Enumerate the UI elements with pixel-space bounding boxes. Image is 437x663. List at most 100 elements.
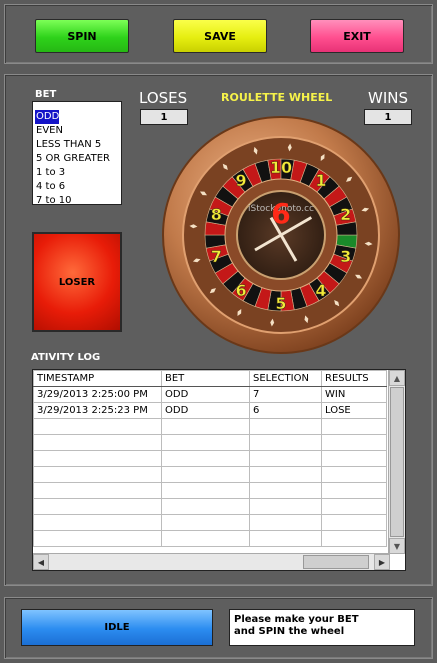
empty-cell: [321, 498, 387, 515]
wheel-number: 7: [211, 247, 222, 266]
wheel-number: 8: [211, 205, 222, 224]
empty-cell: [321, 466, 387, 483]
status-message-line: and SPIN the wheel: [234, 626, 345, 637]
cell-timestamp: 3/29/2013 2:25:00 PM: [33, 386, 162, 403]
exit-button[interactable]: EXIT: [310, 19, 404, 53]
wins-label: WINS: [368, 89, 408, 107]
empty-cell: [161, 530, 250, 547]
empty-cell: [33, 418, 162, 435]
cell-selection: 6: [249, 402, 322, 419]
wheel-number: 5: [275, 294, 286, 313]
empty-cell: [33, 466, 162, 483]
empty-cell: [249, 530, 322, 547]
wheel-number: 4: [315, 281, 326, 300]
empty-cell: [321, 434, 387, 451]
bet-option[interactable]: ODD: [33, 104, 119, 125]
state-label: IDLE: [104, 622, 130, 633]
empty-cell: [249, 482, 322, 499]
main-panel: BET ODD EVEN LESS THAN 5 5 OR GREATER 1 …: [4, 74, 433, 586]
empty-cell: [249, 498, 322, 515]
save-button[interactable]: SAVE: [173, 19, 267, 53]
empty-cell: [321, 418, 387, 435]
table-row[interactable]: 3/29/2013 2:25:00 PM ODD 7 WIN: [33, 386, 387, 403]
empty-cell: [33, 482, 162, 499]
horizontal-scroll-thumb[interactable]: [303, 555, 369, 569]
table-row-empty: [33, 530, 387, 547]
cell-bet: ODD: [161, 402, 250, 419]
horizontal-scrollbar[interactable]: ◀ ▶: [33, 553, 390, 570]
cell-results: WIN: [321, 386, 387, 403]
triangle-left-icon[interactable]: ◀: [33, 554, 49, 570]
empty-cell: [249, 466, 322, 483]
table-row-empty: [33, 514, 387, 531]
cell-selection: 7: [249, 386, 322, 403]
table-row-empty: [33, 498, 387, 515]
activity-log-label: ATIVITY LOG: [31, 352, 101, 363]
table-row-empty: [33, 418, 387, 435]
empty-cell: [249, 514, 322, 531]
triangle-down-icon[interactable]: ▼: [389, 538, 405, 554]
triangle-up-icon[interactable]: ▲: [389, 370, 405, 386]
bet-listbox[interactable]: ODD EVEN LESS THAN 5 5 OR GREATER 1 to 3…: [32, 101, 122, 208]
empty-cell: [33, 450, 162, 467]
status-message: Please make your BET and SPIN the wheel: [229, 609, 415, 646]
wheel-number: 6: [235, 281, 246, 300]
cell-timestamp: 3/29/2013 2:25:23 PM: [33, 402, 162, 419]
table-row[interactable]: 3/29/2013 2:25:23 PM ODD 6 LOSE: [33, 402, 387, 419]
empty-cell: [161, 434, 250, 451]
empty-cell: [161, 514, 250, 531]
bet-option[interactable]: 7 to 10: [35, 194, 119, 208]
bet-label: BET: [35, 89, 57, 100]
table-row-empty: [33, 482, 387, 499]
bet-option[interactable]: 4 to 6: [35, 180, 119, 194]
empty-cell: [33, 514, 162, 531]
empty-cell: [249, 450, 322, 467]
status-message-line: Please make your BET: [234, 614, 359, 625]
result-indicator-label: LOSER: [58, 276, 96, 288]
cell-results: LOSE: [321, 402, 387, 419]
empty-cell: [161, 482, 250, 499]
empty-cell: [161, 498, 250, 515]
bet-option[interactable]: EVEN: [35, 124, 119, 138]
triangle-right-icon[interactable]: ▶: [374, 554, 390, 570]
empty-cell: [321, 530, 387, 547]
result-indicator: LOSER: [32, 232, 122, 332]
column-header-results[interactable]: RESULTS: [321, 370, 387, 387]
empty-cell: [161, 450, 250, 467]
bet-option-label[interactable]: ODD: [33, 109, 61, 125]
empty-cell: [321, 482, 387, 499]
empty-cell: [33, 434, 162, 451]
empty-cell: [161, 466, 250, 483]
bet-option[interactable]: LESS THAN 5: [35, 138, 119, 152]
column-header-bet[interactable]: BET: [161, 370, 250, 387]
cell-bet: ODD: [161, 386, 250, 403]
wheel-number: 2: [340, 205, 351, 224]
empty-cell: [161, 418, 250, 435]
bet-option[interactable]: 1 to 3: [35, 166, 119, 180]
empty-cell: [33, 530, 162, 547]
wheel-number: 9: [235, 171, 246, 190]
bet-option[interactable]: 5 OR GREATER: [35, 152, 119, 166]
roulette-wheel: 10123456789 iStockphoto.cc 6: [162, 116, 400, 354]
wheel-result: 6: [271, 197, 290, 230]
empty-cell: [33, 498, 162, 515]
table-row-empty: [33, 466, 387, 483]
spin-button[interactable]: SPIN: [35, 19, 129, 53]
table-row-empty: [33, 450, 387, 467]
activity-log-table[interactable]: TIMESTAMP BET SELECTION RESULTS 3/29/201…: [32, 369, 406, 571]
wheel-number: 10: [270, 158, 292, 177]
vertical-scroll-thumb[interactable]: [390, 387, 404, 537]
state-indicator: IDLE: [21, 609, 213, 646]
column-header-selection[interactable]: SELECTION: [249, 370, 322, 387]
wheel-title: ROULETTE WHEEL: [221, 91, 333, 104]
toolbar-panel: SPIN SAVE EXIT: [4, 4, 433, 64]
vertical-scrollbar[interactable]: ▲ ▼: [388, 370, 405, 554]
column-header-timestamp[interactable]: TIMESTAMP: [33, 370, 162, 387]
wheel-number: 3: [340, 247, 351, 266]
table-row-empty: [33, 434, 387, 451]
empty-cell: [321, 450, 387, 467]
empty-cell: [249, 418, 322, 435]
loses-label: LOSES: [139, 89, 188, 107]
empty-cell: [249, 434, 322, 451]
table-header-row: TIMESTAMP BET SELECTION RESULTS: [33, 370, 387, 387]
